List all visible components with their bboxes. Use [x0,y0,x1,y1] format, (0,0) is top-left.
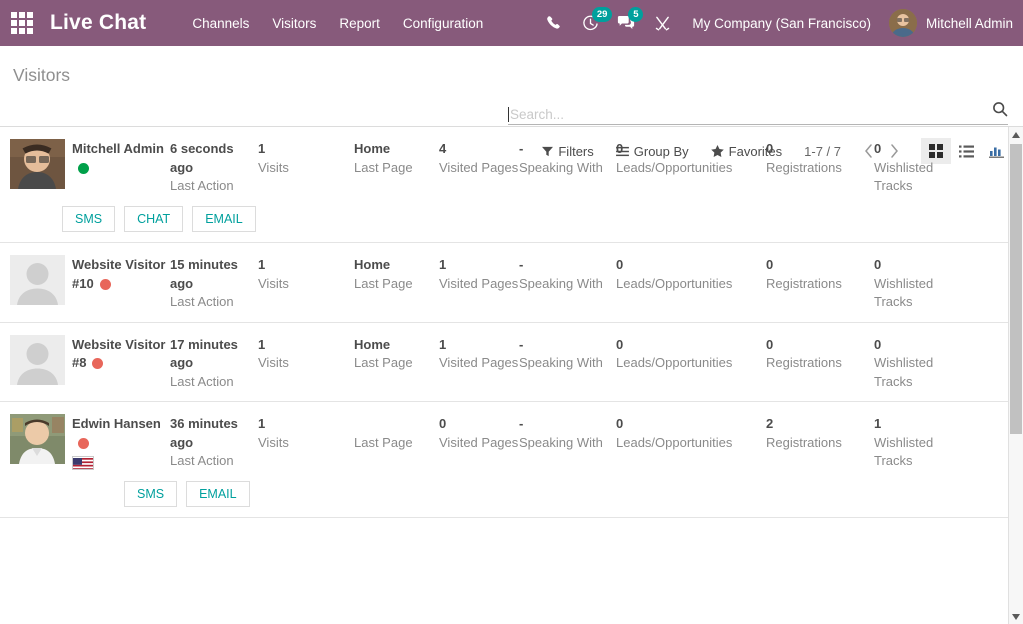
field-last-page: Last Page [354,434,413,450]
avatar-placeholder-icon [10,255,65,305]
scroll-up-icon[interactable] [1009,127,1023,142]
search-icon[interactable] [992,101,1008,122]
status-badge [78,162,89,174]
field-last-action: 17 minutes ago Last Action [170,336,238,389]
table-row[interactable]: Mitchell Admin 6 seconds ago Last Action… [0,127,1008,243]
navbar-systray: 29 5 My Company (San Francisco) Mitchell… [536,0,1013,46]
field-registrations: 0 Registrations [766,257,842,291]
avatar-cell [0,334,72,385]
field-visited-pages: 1 Visited Pages [439,336,519,371]
menu-item-configuration[interactable]: Configuration [403,16,483,31]
field-visits: 1 Visits [258,416,289,450]
text-cursor [508,107,509,122]
field-visited-pages: 0 Visited Pages [439,416,519,450]
field-wishlisted: 0 Wishlisted Tracks [874,257,934,309]
field-registrations: 0 Registrations [766,141,842,175]
field-speaking-with: - Speaking With [519,257,603,291]
search-bar[interactable] [508,101,1008,125]
main-menu: Channels Visitors Report Configuration [192,16,483,31]
visitor-name[interactable]: Mitchell Admin [72,139,170,177]
developer-tools-icon[interactable] [644,0,680,46]
user-menu[interactable]: Mitchell Admin [888,9,1013,37]
field-last-action: 36 minutes ago Last Action [170,416,238,468]
sms-button[interactable]: SMS [62,205,116,232]
field-visits: 1 Visits [258,336,289,371]
email-button[interactable]: EMAIL [192,205,256,232]
visitor-name[interactable]: Edwin Hansen [72,414,170,470]
field-leads: 0 Leads/Opportunities [616,416,733,450]
email-button[interactable]: EMAIL [186,480,250,507]
field-visits: 1 Visits [258,141,289,175]
search-input[interactable] [510,107,986,122]
field-registrations: 0 Registrations [766,336,842,371]
field-visited-pages: 1 Visited Pages [439,257,519,291]
field-last-action: 6 seconds ago Last Action [170,141,234,193]
top-navbar: Live Chat Channels Visitors Report Confi… [0,0,1023,46]
scrollbar-thumb[interactable] [1010,144,1022,434]
menu-item-channels[interactable]: Channels [192,16,249,31]
page-title: Visitors [13,65,71,85]
visitor-name[interactable]: Website Visitor #10 [72,255,170,293]
table-row[interactable]: Edwin Hansen 36 minutes ago Last Action … [0,402,1008,518]
avatar [10,139,65,189]
avatar [10,414,65,464]
control-panel: Visitors Filters Group By Favorites 1-7 … [0,46,1023,164]
field-visits: 1 Visits [258,257,289,291]
field-leads: 0 Leads/Opportunities [616,257,733,291]
menu-item-report[interactable]: Report [339,16,380,31]
status-badge [78,437,89,449]
apps-grid-icon[interactable] [8,9,36,37]
messages-chat-icon[interactable]: 5 [608,0,644,46]
field-last-page: Home Last Page [354,336,413,371]
scroll-down-icon[interactable] [1009,609,1023,624]
field-speaking-with: - Speaking With [519,141,603,175]
visitors-kanban-area: Mitchell Admin 6 seconds ago Last Action… [0,127,1023,624]
visitor-records-list: Mitchell Admin 6 seconds ago Last Action… [0,127,1008,624]
field-last-page: Home Last Page [354,141,413,175]
avatar-placeholder-icon [10,334,65,385]
status-badge [92,358,104,370]
messages-count-badge: 5 [628,7,644,22]
status-badge [99,278,111,290]
table-row[interactable]: Website Visitor #8 17 minutes ago Last A… [0,323,1008,402]
app-brand-title[interactable]: Live Chat [50,11,146,35]
field-wishlisted: 0 Wishlisted Tracks [874,141,934,193]
row-actions: SMS EMAIL [124,480,1008,507]
field-visited-pages: 4 Visited Pages [439,141,519,175]
us-flag-icon [72,456,94,470]
field-speaking-with: - Speaking With [519,416,603,450]
vertical-scrollbar[interactable] [1008,127,1023,624]
field-leads: 0 Leads/Opportunities [616,336,733,371]
table-row[interactable]: Website Visitor #10 15 minutes ago Last … [0,243,1008,323]
field-registrations: 2 Registrations [766,416,842,450]
field-last-page: Home Last Page [354,257,413,291]
chat-button[interactable]: CHAT [124,205,184,232]
visitor-name[interactable]: Website Visitor #8 [72,335,170,373]
user-name-label: Mitchell Admin [925,15,1013,31]
sms-button[interactable]: SMS [124,480,178,507]
field-speaking-with: - Speaking With [519,336,603,371]
avatar-cell [0,414,72,464]
avatar-cell [0,255,72,305]
company-selector[interactable]: My Company (San Francisco) [692,16,871,31]
activity-clock-icon[interactable]: 29 [572,0,612,46]
field-leads: 0 Leads/Opportunities [616,141,733,175]
menu-item-visitors[interactable]: Visitors [272,16,316,31]
field-last-action: 15 minutes ago Last Action [170,257,238,309]
row-actions: SMS CHAT EMAIL [62,205,1008,232]
field-wishlisted: 0 Wishlisted Tracks [874,336,934,389]
field-wishlisted: 1 Wishlisted Tracks [874,416,934,468]
avatar [888,9,917,37]
avatar-cell [0,139,72,189]
phone-icon[interactable] [536,0,572,46]
